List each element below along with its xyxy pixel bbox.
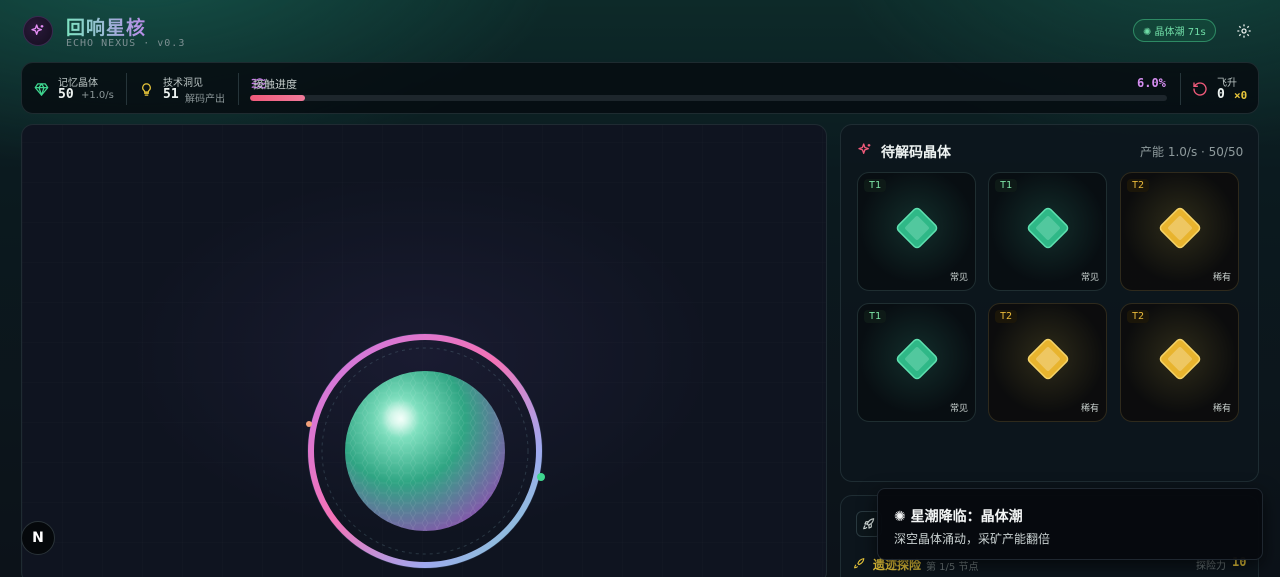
progress-label: 接触进度 — [253, 78, 297, 91]
crystal-card[interactable]: T2 稀有 — [1120, 303, 1239, 422]
crystal-panel-title: 待解码晶体 — [881, 145, 951, 161]
contact-progress-bar — [250, 95, 1167, 101]
expedition-node: 第 1/5 节点 — [926, 562, 979, 573]
stat-value: 50 — [58, 87, 74, 102]
sparkles-icon — [858, 143, 871, 154]
crystal-card[interactable]: T1 常见 — [988, 172, 1107, 291]
sparkles-icon — [31, 24, 44, 35]
crystal-tier: T2 — [995, 310, 1018, 323]
crystal-tier: T2 — [1127, 179, 1150, 192]
toast-body: 深空晶体涌动，采矿产能翻倍 — [894, 532, 1051, 546]
crystal-card[interactable]: T2 稀有 — [1120, 172, 1239, 291]
app-logo — [23, 16, 53, 46]
stat-note: 解码产出 — [185, 94, 225, 105]
rocket-icon — [863, 518, 875, 530]
crystal-icon — [1159, 207, 1201, 249]
tide-event-badge[interactable]: ✺ 晶体潮 71s — [1133, 19, 1216, 42]
stat-multiplier: ×0 — [1234, 89, 1248, 102]
crystal-panel-meta: 产能 1.0/s · 50/50 — [1140, 145, 1244, 159]
refresh-icon — [1193, 82, 1207, 96]
app-title: 回响星核 — [66, 13, 146, 40]
crystal-icon — [896, 338, 938, 380]
stat-tech-insight: 技术洞见 51 解码产出 — [126, 63, 238, 115]
crystal-tier: T1 — [864, 179, 887, 192]
crystal-tier: T2 — [1127, 310, 1150, 323]
stat-value: 0 — [1217, 87, 1225, 102]
stat-value: 51 — [163, 87, 179, 102]
crystal-rarity: 稀有 — [1212, 404, 1231, 414]
nexus-canvas[interactable] — [21, 124, 827, 577]
stat-memory-crystals: 记忆晶体 50 +1.0/s — [22, 63, 126, 115]
rocket-icon — [854, 558, 865, 569]
echo-core[interactable] — [305, 333, 545, 573]
crystal-card[interactable]: T2 稀有 — [988, 303, 1107, 422]
crystal-rarity: 常见 — [949, 273, 968, 283]
gear-icon[interactable] — [1236, 23, 1252, 39]
app-subtitle: ECHO NEXUS · v0.3 — [66, 38, 186, 49]
crystal-icon — [1027, 338, 1069, 380]
crystal-icon — [896, 207, 938, 249]
crystal-rarity: 常见 — [1080, 273, 1099, 283]
crystal-rarity: 稀有 — [1080, 404, 1099, 414]
crystal-rarity: 常见 — [949, 404, 968, 414]
progress-fill — [250, 95, 306, 101]
progress-percent: 6.0% — [1137, 76, 1166, 90]
stat-ascend[interactable]: 飞升 0 ×0 — [1180, 63, 1260, 115]
corner-n-button[interactable]: N — [21, 521, 55, 555]
lightbulb-icon — [142, 83, 151, 96]
crystal-card[interactable]: T1 常见 — [857, 172, 976, 291]
event-toast[interactable]: ✺ 星潮降临：晶体潮 深空晶体涌动，采矿产能翻倍 — [877, 488, 1263, 560]
crystal-card[interactable]: T1 常见 — [857, 303, 976, 422]
crystal-icon — [1159, 338, 1201, 380]
stats-bar: 记忆晶体 50 +1.0/s 技术洞见 51 解码产出 飞升 0 ×0 — [21, 62, 1259, 114]
toast-title: ✺ 星潮降临：晶体潮 — [894, 509, 1023, 525]
gem-icon — [34, 83, 49, 96]
crystal-tier: T1 — [864, 310, 887, 323]
crystal-tier: T1 — [995, 179, 1018, 192]
crystal-rarity: 稀有 — [1212, 273, 1231, 283]
crystal-icon — [1027, 207, 1069, 249]
divider — [238, 73, 239, 105]
stat-rate: +1.0/s — [81, 90, 114, 101]
